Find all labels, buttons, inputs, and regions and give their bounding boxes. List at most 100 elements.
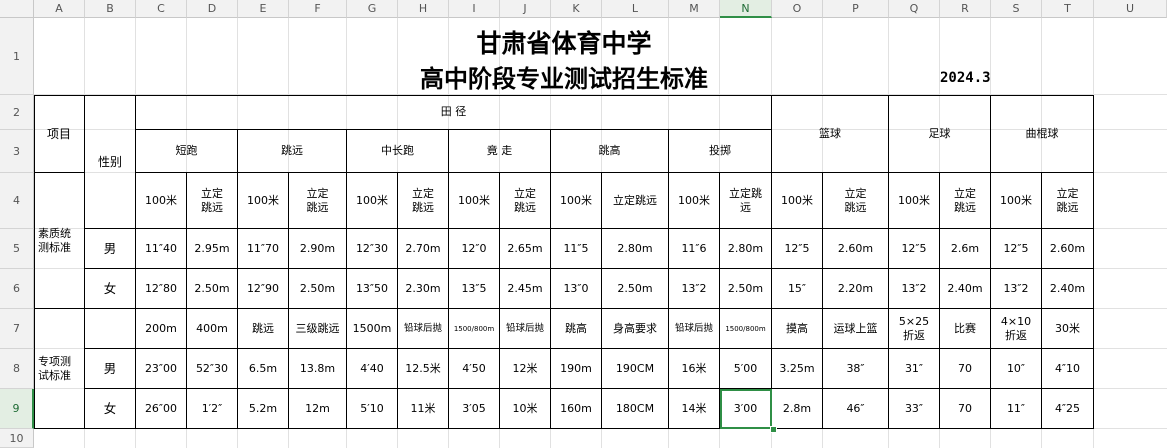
- special-female-label[interactable]: 女: [85, 389, 136, 429]
- sub-header-K[interactable]: 100米: [551, 173, 602, 229]
- special-male-C[interactable]: 23″00: [136, 349, 187, 389]
- special-female-R[interactable]: 70: [940, 389, 991, 429]
- sub-header-T[interactable]: 立定 跳远: [1042, 173, 1094, 229]
- special-female-H[interactable]: 11米: [398, 389, 449, 429]
- special-female-K[interactable]: 160m: [551, 389, 602, 429]
- quality-female-O[interactable]: 15″: [772, 269, 823, 309]
- special-item-C[interactable]: 200m: [136, 309, 187, 349]
- quality-male-S[interactable]: 12″5: [991, 229, 1042, 269]
- special-male-Q[interactable]: 31″: [889, 349, 940, 389]
- quality-male-D[interactable]: 2.95m: [187, 229, 238, 269]
- row-header-6[interactable]: 6: [0, 269, 34, 309]
- row-header-3[interactable]: 3: [0, 130, 34, 173]
- special-item-D[interactable]: 400m: [187, 309, 238, 349]
- quality-female-F[interactable]: 2.50m: [289, 269, 347, 309]
- select-all-corner[interactable]: [0, 0, 34, 18]
- header-high-jump[interactable]: 跳高: [551, 130, 669, 173]
- spreadsheet[interactable]: ABCDEFGHIJKLMNOPQRSTU 1 2 3 4 5 6 7 8 9 10 甘肃省体育中…: [0, 0, 1167, 448]
- special-female-G[interactable]: 5′10: [347, 389, 398, 429]
- special-item-N[interactable]: 1500/800m: [720, 309, 772, 349]
- quality-male-L[interactable]: 2.80m: [602, 229, 669, 269]
- special-item-T[interactable]: 30米: [1042, 309, 1094, 349]
- quality-female-label[interactable]: 女: [85, 269, 136, 309]
- column-header-A[interactable]: A: [34, 0, 85, 18]
- quality-female-K[interactable]: 13″0: [551, 269, 602, 309]
- sub-header-F[interactable]: 立定 跳远: [289, 173, 347, 229]
- row-header-8[interactable]: 8: [0, 349, 34, 389]
- special-item-G[interactable]: 1500m: [347, 309, 398, 349]
- special-female-L[interactable]: 180CM: [602, 389, 669, 429]
- sub-header-S[interactable]: 100米: [991, 173, 1042, 229]
- sub-header-D[interactable]: 立定 跳远: [187, 173, 238, 229]
- special-female-E[interactable]: 5.2m: [238, 389, 289, 429]
- special-male-K[interactable]: 190m: [551, 349, 602, 389]
- special-female-N[interactable]: 3′00: [720, 389, 772, 429]
- quality-male-Q[interactable]: 12″5: [889, 229, 940, 269]
- column-header-M[interactable]: M: [669, 0, 720, 18]
- column-header-C[interactable]: C: [136, 0, 187, 18]
- special-item-H[interactable]: 铅球后抛: [398, 309, 449, 349]
- special-male-G[interactable]: 4′40: [347, 349, 398, 389]
- special-item-I[interactable]: 1500/800m: [449, 309, 500, 349]
- special-female-J[interactable]: 10米: [500, 389, 551, 429]
- special-item-P[interactable]: 运球上篮: [823, 309, 889, 349]
- sub-header-N[interactable]: 立定跳 远: [720, 173, 772, 229]
- special-female-C[interactable]: 26″00: [136, 389, 187, 429]
- column-header-R[interactable]: R: [940, 0, 991, 18]
- quality-female-D[interactable]: 2.50m: [187, 269, 238, 309]
- special-male-M[interactable]: 16米: [669, 349, 720, 389]
- header-sprint[interactable]: 短跑: [136, 130, 238, 173]
- column-header-K[interactable]: K: [551, 0, 602, 18]
- quality-male-M[interactable]: 11″6: [669, 229, 720, 269]
- special-item-R[interactable]: 比赛: [940, 309, 991, 349]
- header-track-field[interactable]: 田 径: [136, 95, 772, 130]
- quality-female-H[interactable]: 2.30m: [398, 269, 449, 309]
- quality-male-H[interactable]: 2.70m: [398, 229, 449, 269]
- header-basketball[interactable]: 篮球: [772, 95, 889, 173]
- quality-male-K[interactable]: 11″5: [551, 229, 602, 269]
- header-throwing[interactable]: 投掷: [669, 130, 772, 173]
- column-header-D[interactable]: D: [187, 0, 238, 18]
- special-male-label[interactable]: 男: [85, 349, 136, 389]
- quality-female-C[interactable]: 12″80: [136, 269, 187, 309]
- fill-handle[interactable]: [770, 426, 777, 433]
- quality-male-E[interactable]: 11″70: [238, 229, 289, 269]
- special-item-K[interactable]: 跳高: [551, 309, 602, 349]
- quality-female-L[interactable]: 2.50m: [602, 269, 669, 309]
- quality-female-N[interactable]: 2.50m: [720, 269, 772, 309]
- quality-female-G[interactable]: 13″50: [347, 269, 398, 309]
- column-header-P[interactable]: P: [823, 0, 889, 18]
- sub-header-P[interactable]: 立定 跳远: [823, 173, 889, 229]
- column-header-F[interactable]: F: [289, 0, 347, 18]
- sub-header-Q[interactable]: 100米: [889, 173, 940, 229]
- sub-header-G[interactable]: 100米: [347, 173, 398, 229]
- sub-header-L[interactable]: 立定跳远: [602, 173, 669, 229]
- column-header-U[interactable]: U: [1094, 0, 1167, 18]
- header-gender[interactable]: 性别: [85, 95, 136, 229]
- special-male-L[interactable]: 190CM: [602, 349, 669, 389]
- special-male-J[interactable]: 12米: [500, 349, 551, 389]
- quality-male-T[interactable]: 2.60m: [1042, 229, 1094, 269]
- row-header-1[interactable]: 1: [0, 18, 34, 95]
- quality-female-T[interactable]: 2.40m: [1042, 269, 1094, 309]
- sub-header-C[interactable]: 100米: [136, 173, 187, 229]
- column-header-E[interactable]: E: [238, 0, 289, 18]
- special-male-F[interactable]: 13.8m: [289, 349, 347, 389]
- special-male-H[interactable]: 12.5米: [398, 349, 449, 389]
- quality-female-J[interactable]: 2.45m: [500, 269, 551, 309]
- row-header-7[interactable]: 7: [0, 309, 34, 349]
- sub-header-O[interactable]: 100米: [772, 173, 823, 229]
- special-female-O[interactable]: 2.8m: [772, 389, 823, 429]
- quality-female-R[interactable]: 2.40m: [940, 269, 991, 309]
- row-header-5[interactable]: 5: [0, 229, 34, 269]
- special-item-J[interactable]: 铅球后抛: [500, 309, 551, 349]
- sub-header-M[interactable]: 100米: [669, 173, 720, 229]
- header-football[interactable]: 足球: [889, 95, 991, 173]
- column-header-B[interactable]: B: [85, 0, 136, 18]
- header-item[interactable]: 项目: [34, 95, 85, 173]
- special-male-N[interactable]: 5′00: [720, 349, 772, 389]
- column-header-J[interactable]: J: [500, 0, 551, 18]
- column-header-I[interactable]: I: [449, 0, 500, 18]
- sub-header-E[interactable]: 100米: [238, 173, 289, 229]
- quality-male-F[interactable]: 2.90m: [289, 229, 347, 269]
